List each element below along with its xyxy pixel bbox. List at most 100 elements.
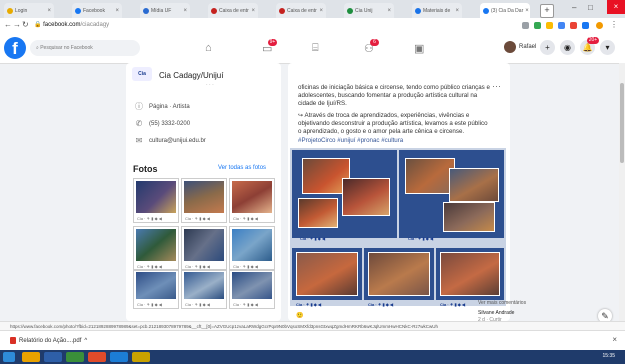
collage-photo (298, 198, 338, 228)
download-file-name: Relatório do Ação....pdf (19, 337, 82, 344)
view-more-comments-link[interactable]: Ver mais comentários (478, 300, 526, 306)
taskbar-app-icon[interactable] (22, 352, 40, 362)
info-row: ✆ (55) 3332-0200 (135, 119, 190, 128)
close-icon[interactable]: × (251, 8, 255, 14)
photo-thumbnail[interactable]: Cia · ⚘ ▮ ◆ ◀ (181, 178, 227, 223)
browser-tab[interactable]: Mídia UF × (140, 3, 190, 18)
windows-taskbar: 15:35 (0, 350, 625, 364)
taskbar-app-icon[interactable] (132, 352, 150, 362)
url-field[interactable]: 🔒 facebook.com/ciacadagy (34, 21, 109, 28)
collage-panel[interactable] (399, 150, 504, 238)
close-icon[interactable]: × (455, 8, 459, 14)
close-icon[interactable]: × (183, 8, 187, 14)
taskbar-app-icon[interactable] (44, 352, 62, 362)
facebook-logo[interactable]: f (4, 37, 26, 59)
search-input[interactable]: ⌕ Pesquisar no Facebook (30, 40, 140, 56)
see-all-photos-link[interactable]: Ver todas as fotos (218, 165, 266, 171)
extension-icon[interactable] (546, 22, 553, 29)
close-icon[interactable]: × (319, 8, 323, 14)
photo-thumbnail[interactable]: Cia · ⚘ ▮ ◆ ◀ (229, 269, 275, 309)
photos-title: Fotos (133, 164, 158, 174)
create-icon[interactable]: + (540, 40, 555, 55)
forward-icon[interactable]: → (13, 20, 21, 29)
browser-tab[interactable]: Materiais de × (412, 3, 462, 18)
sponsor-logos: Cia · ⚘ ▮ ◆ ◀ (440, 302, 466, 307)
collage-panel[interactable] (436, 248, 504, 300)
photo-thumbnail[interactable]: Cia · ⚘ ▮ ◆ ◀ (181, 269, 227, 309)
close-icon[interactable]: × (525, 8, 529, 14)
scrollbar-thumb[interactable] (620, 83, 624, 163)
download-item[interactable]: Relatório do Ação....pdf ^ (10, 337, 87, 344)
comment-author[interactable]: Silvane Andrade (478, 310, 514, 316)
browser-tab-bar: Login × Facebook × Mídia UF × Caixa de e… (0, 0, 625, 18)
tab-label: (3) Cia Da Dar (491, 7, 524, 14)
extension-icon[interactable] (534, 22, 541, 29)
photo-thumbnail[interactable]: Cia · ⚘ ▮ ◆ ◀ (133, 178, 179, 223)
start-button[interactable] (3, 352, 15, 362)
messenger-icon[interactable]: ◉ (560, 40, 575, 55)
reload-icon[interactable]: ↻ (22, 20, 29, 29)
photo-thumbnail[interactable]: Cia · ⚘ ▮ ◆ ◀ (181, 226, 227, 271)
page-scrollbar[interactable] (619, 63, 625, 321)
photo-thumbnail[interactable]: Cia · ⚘ ▮ ◆ ◀ (133, 269, 179, 309)
browser-tab[interactable]: Login × (4, 3, 54, 18)
browser-tab[interactable]: Caixa de entr × (276, 3, 326, 18)
post-photo-collage[interactable]: Cia · ⚘ ▮ ◆ ◀ Cia · ⚘ ▮ ◆ ◀ (290, 148, 506, 306)
home-icon[interactable]: ⌂ (205, 42, 212, 54)
user-profile-link[interactable]: Rafael (504, 41, 536, 53)
profile-avatar-icon[interactable] (596, 22, 603, 29)
post-options-icon[interactable]: ··· (492, 81, 501, 91)
photo-thumbnail[interactable]: Cia · ⚘ ▮ ◆ ◀ (229, 178, 275, 223)
url-path: /ciacadagy (80, 22, 110, 28)
star-icon[interactable] (522, 22, 529, 29)
notification-badge: 20+ (587, 37, 599, 44)
collage-photo (449, 168, 499, 202)
gaming-icon[interactable]: ▣ (414, 42, 424, 55)
close-icon[interactable]: × (387, 8, 391, 14)
taskbar-app-icon[interactable] (88, 352, 106, 362)
chevron-up-icon[interactable]: ^ (84, 338, 87, 344)
window-close-button[interactable]: × (607, 0, 625, 14)
close-icon[interactable]: × (612, 335, 617, 344)
close-icon[interactable]: × (47, 8, 51, 14)
photo-thumbnail[interactable]: Cia · ⚘ ▮ ◆ ◀ (229, 226, 275, 271)
browser-tab[interactable]: Caixa de entr × (208, 3, 258, 18)
info-row: ⓘ Página · Artista (135, 101, 190, 112)
taskbar-app-icon[interactable] (110, 352, 128, 362)
account-menu-icon[interactable]: ▾ (600, 40, 615, 55)
notification-badge: 9+ (268, 39, 277, 46)
extension-icon[interactable] (582, 22, 589, 29)
close-icon[interactable]: × (115, 8, 119, 14)
browser-tab-active[interactable]: (3) Cia Da Dar × (480, 3, 530, 18)
page-title[interactable]: Cia Cadagy/Unijuí (159, 71, 223, 80)
reaction-icon[interactable]: 🙂 (296, 312, 303, 319)
download-shelf: Relatório do Ação....pdf ^ × (0, 330, 625, 351)
browser-tab[interactable]: Facebook × (72, 3, 122, 18)
info-icon: ⓘ (135, 102, 143, 111)
sponsor-logos: Cia · ⚘ ▮ ◆ ◀ (300, 236, 326, 241)
back-icon[interactable]: ← (4, 20, 12, 29)
post-text-line: objetivando desconstruir a produção artí… (298, 120, 488, 127)
info-row[interactable]: ✉ cultura@unijui.edu.br (135, 136, 206, 145)
menu-dots[interactable]: · · · (206, 82, 214, 88)
collage-photo (296, 252, 358, 296)
collage-photo (405, 158, 455, 194)
taskbar-app-icon[interactable] (66, 352, 84, 362)
extension-icon[interactable] (570, 22, 577, 29)
marketplace-icon[interactable]: ⌸ (312, 42, 319, 55)
new-tab-button[interactable]: + (540, 4, 554, 18)
collage-panel[interactable] (364, 248, 434, 300)
browser-tab[interactable]: Cia Unij × (344, 3, 394, 18)
tab-label: Caixa de entr (287, 7, 317, 14)
minimize-icon[interactable]: – (572, 3, 576, 12)
post-text-line: o aprendizado, o gosto e o amor pela art… (298, 128, 465, 135)
facebook-header: f ⌕ Pesquisar no Facebook ⌂ ▭ 9+ ⌸ ⚇ 6 ▣… (0, 33, 625, 64)
maximize-icon[interactable]: □ (588, 3, 593, 12)
info-text[interactable]: cultura@unijui.edu.br (149, 138, 206, 144)
photo-thumbnail[interactable]: Cia · ⚘ ▮ ◆ ◀ (133, 226, 179, 271)
extension-icon[interactable] (558, 22, 565, 29)
collage-panel[interactable] (292, 150, 397, 238)
menu-dots-icon[interactable]: ⋮ (610, 20, 618, 29)
collage-panel[interactable] (292, 248, 362, 300)
post-hashtags[interactable]: #ProjetoCirco #unijuí #pronac #cultura (298, 137, 403, 144)
